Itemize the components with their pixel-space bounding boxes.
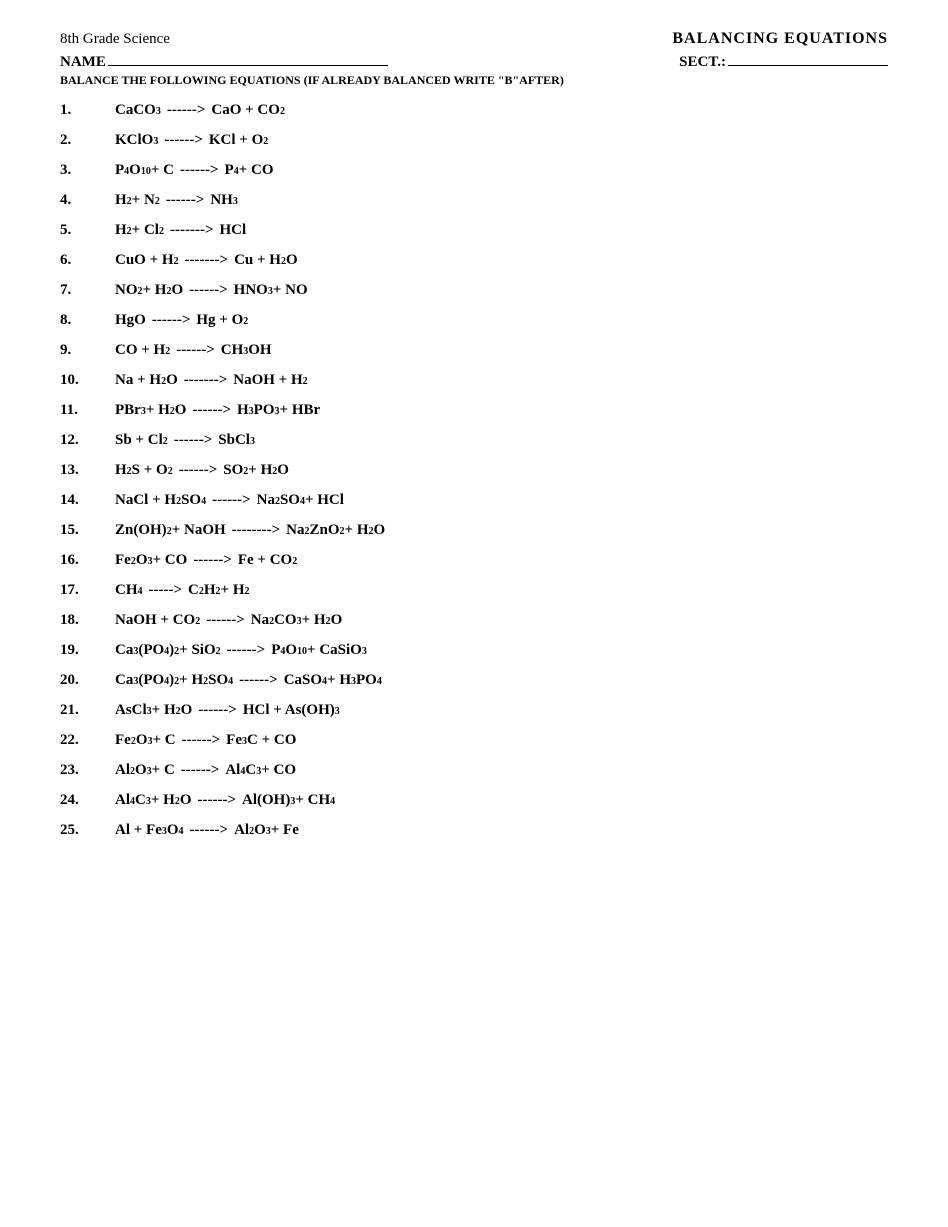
equation-row: 1.CaCO3 ------> CaO + CO2 [60, 98, 888, 122]
equation-number: 4. [60, 188, 115, 212]
equation-row: 22.Fe2O3 + C ------> Fe3C + CO [60, 728, 888, 752]
equation-number: 19. [60, 638, 115, 662]
equation-content: CH4 -----> C2H2 + H2 [115, 578, 250, 602]
equation-number: 16. [60, 548, 115, 572]
equation-content: Ca3(PO4)2 + H2SO4 ------> CaSO4 + H3PO4 [115, 668, 382, 692]
equation-row: 11.PBr3 + H2O ------> H3PO3 + HBr [60, 398, 888, 422]
equation-number: 2. [60, 128, 115, 152]
equation-number: 25. [60, 818, 115, 842]
page-header: 8th Grade Science BALANCING EQUATIONS [60, 30, 888, 48]
equation-number: 22. [60, 728, 115, 752]
equation-content: Zn(OH)2 + NaOH --------> Na2ZnO2 + H2O [115, 518, 385, 542]
equation-content: CuO + H2 -------> Cu + H2O [115, 248, 298, 272]
sect-underline [728, 65, 888, 66]
sect-field: SECT.: [679, 54, 888, 71]
equation-row: 8.HgO ------> Hg + O2 [60, 308, 888, 332]
equation-content: PBr3 + H2O ------> H3PO3 + HBr [115, 398, 320, 422]
equation-row: 24.Al4C3 + H2O ------> Al(OH)3 + CH4 [60, 788, 888, 812]
equation-number: 5. [60, 218, 115, 242]
equation-number: 3. [60, 158, 115, 182]
equation-row: 13.H2S + O2 ------> SO2 + H2O [60, 458, 888, 482]
equation-row: 14.NaCl + H2SO4 ------> Na2SO4 + HCl [60, 488, 888, 512]
equation-content: H2 + N2 ------> NH3 [115, 188, 238, 212]
equation-number: 24. [60, 788, 115, 812]
equation-row: 23.Al2O3 + C ------> Al4C3 + CO [60, 758, 888, 782]
equation-number: 23. [60, 758, 115, 782]
equation-number: 11. [60, 398, 115, 422]
equation-content: AsCl3 + H2O ------> HCl + As(OH)3 [115, 698, 340, 722]
equation-content: H2S + O2 ------> SO2 + H2O [115, 458, 289, 482]
equation-row: 25.Al + Fe3O4 ------> Al2O3 + Fe [60, 818, 888, 842]
equation-row: 19.Ca3(PO4)2 + SiO2 ------> P4O10 + CaSi… [60, 638, 888, 662]
sect-label: SECT.: [679, 54, 726, 71]
equation-content: NO2 + H2O ------> HNO3 + NO [115, 278, 308, 302]
name-sect-row: NAME SECT.: [60, 54, 888, 71]
equation-number: 21. [60, 698, 115, 722]
equation-content: Al4C3 + H2O ------> Al(OH)3 + CH4 [115, 788, 335, 812]
equation-number: 1. [60, 98, 115, 122]
equation-row: 21.AsCl3 + H2O ------> HCl + As(OH)3 [60, 698, 888, 722]
equation-number: 8. [60, 308, 115, 332]
name-underline [108, 65, 388, 66]
equation-number: 7. [60, 278, 115, 302]
equation-row: 16.Fe2O3 + CO ------> Fe + CO2 [60, 548, 888, 572]
equations-list: 1.CaCO3 ------> CaO + CO22.KClO3 ------>… [60, 98, 888, 842]
page-title: BALANCING EQUATIONS [672, 30, 888, 48]
equation-row: 15.Zn(OH)2 + NaOH --------> Na2ZnO2 + H2… [60, 518, 888, 542]
equation-row: 4.H2 + N2 ------> NH3 [60, 188, 888, 212]
equation-row: 17.CH4 -----> C2H2 + H2 [60, 578, 888, 602]
equation-row: 9.CO + H2 ------> CH3OH [60, 338, 888, 362]
equation-number: 15. [60, 518, 115, 542]
instruction-text: BALANCE THE FOLLOWING EQUATIONS (IF ALRE… [60, 73, 888, 88]
equation-content: KClO3 ------> KCl + O2 [115, 128, 268, 152]
equation-content: HgO ------> Hg + O2 [115, 308, 248, 332]
equation-content: Fe2O3 + CO ------> Fe + CO2 [115, 548, 297, 572]
equation-row: 18.NaOH + CO2 ------> Na2CO3 + H2O [60, 608, 888, 632]
equation-row: 20.Ca3(PO4)2 + H2SO4 ------> CaSO4 + H3P… [60, 668, 888, 692]
equation-number: 10. [60, 368, 115, 392]
equation-content: CO + H2 ------> CH3OH [115, 338, 272, 362]
equation-content: CaCO3 ------> CaO + CO2 [115, 98, 285, 122]
equation-number: 14. [60, 488, 115, 512]
equation-number: 13. [60, 458, 115, 482]
subject-label: 8th Grade Science [60, 31, 170, 48]
equation-number: 20. [60, 668, 115, 692]
name-field: NAME [60, 54, 388, 71]
equation-content: P4O10 + C ------> P4 + CO [115, 158, 274, 182]
equation-content: Al2O3 + C ------> Al4C3 + CO [115, 758, 296, 782]
equation-content: NaOH + CO2 ------> Na2CO3 + H2O [115, 608, 342, 632]
equation-row: 6.CuO + H2 -------> Cu + H2O [60, 248, 888, 272]
equation-content: Sb + Cl2 ------> SbCl3 [115, 428, 255, 452]
equation-number: 12. [60, 428, 115, 452]
equation-row: 12.Sb + Cl2 ------> SbCl3 [60, 428, 888, 452]
equation-content: Fe2O3 + C ------> Fe3C + CO [115, 728, 296, 752]
name-label: NAME [60, 54, 106, 71]
equation-number: 9. [60, 338, 115, 362]
equation-row: 7.NO2 + H2O ------> HNO3 + NO [60, 278, 888, 302]
equation-content: Al + Fe3O4 ------> Al2O3 + Fe [115, 818, 299, 842]
equation-number: 6. [60, 248, 115, 272]
equation-row: 3.P4O10 + C ------> P4 + CO [60, 158, 888, 182]
equation-content: Na + H2O -------> NaOH + H2 [115, 368, 308, 392]
equation-number: 17. [60, 578, 115, 602]
equation-number: 18. [60, 608, 115, 632]
equation-row: 2.KClO3 ------> KCl + O2 [60, 128, 888, 152]
equation-row: 5.H2 + Cl2 -------> HCl [60, 218, 888, 242]
equation-content: Ca3(PO4)2 + SiO2 ------> P4O10 + CaSiO3 [115, 638, 367, 662]
equation-row: 10.Na + H2O -------> NaOH + H2 [60, 368, 888, 392]
equation-content: NaCl + H2SO4 ------> Na2SO4 + HCl [115, 488, 344, 512]
equation-content: H2 + Cl2 -------> HCl [115, 218, 246, 242]
